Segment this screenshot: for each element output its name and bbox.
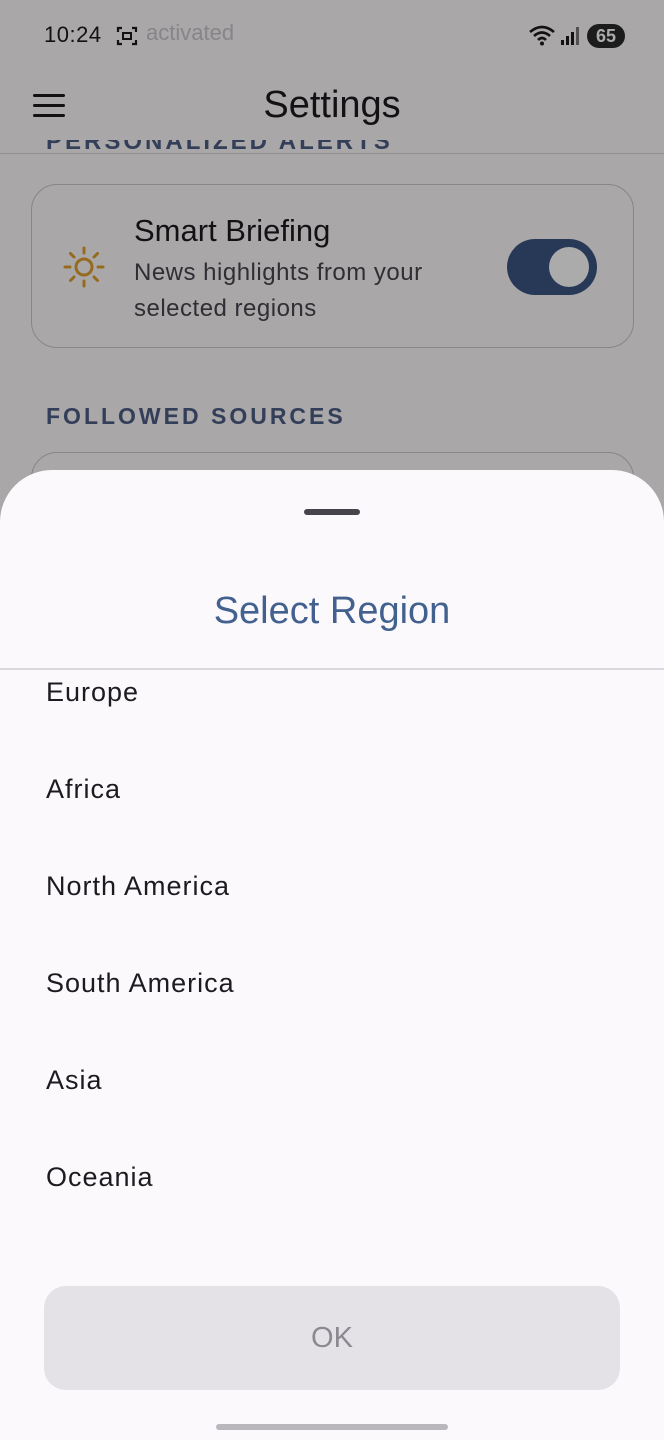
region-item-oceania[interactable]: Oceania <box>0 1155 664 1252</box>
region-list: Europe Africa North America South Americ… <box>0 670 664 1252</box>
sheet-title: Select Region <box>213 590 451 632</box>
region-item-asia[interactable]: Asia <box>0 1058 664 1155</box>
drag-handle[interactable] <box>304 509 360 515</box>
region-label: South America <box>46 968 235 998</box>
region-label: Europe <box>46 677 140 707</box>
region-label: North America <box>46 871 231 901</box>
region-item-europe[interactable]: Europe <box>0 670 664 767</box>
screen: 10:24 activated 65 Settings PERSONALIZED… <box>0 0 664 1440</box>
region-bottom-sheet: Select Region Europe Africa North Americ… <box>0 470 664 1440</box>
region-label: Africa <box>46 774 122 804</box>
ok-button[interactable]: OK <box>44 1286 620 1390</box>
region-item-south-america[interactable]: South America <box>0 961 664 1058</box>
region-label: Asia <box>46 1065 103 1095</box>
home-indicator[interactable] <box>216 1424 448 1430</box>
region-item-north-america[interactable]: North America <box>0 864 664 961</box>
region-label: Oceania <box>46 1162 154 1192</box>
region-item-africa[interactable]: Africa <box>0 767 664 864</box>
